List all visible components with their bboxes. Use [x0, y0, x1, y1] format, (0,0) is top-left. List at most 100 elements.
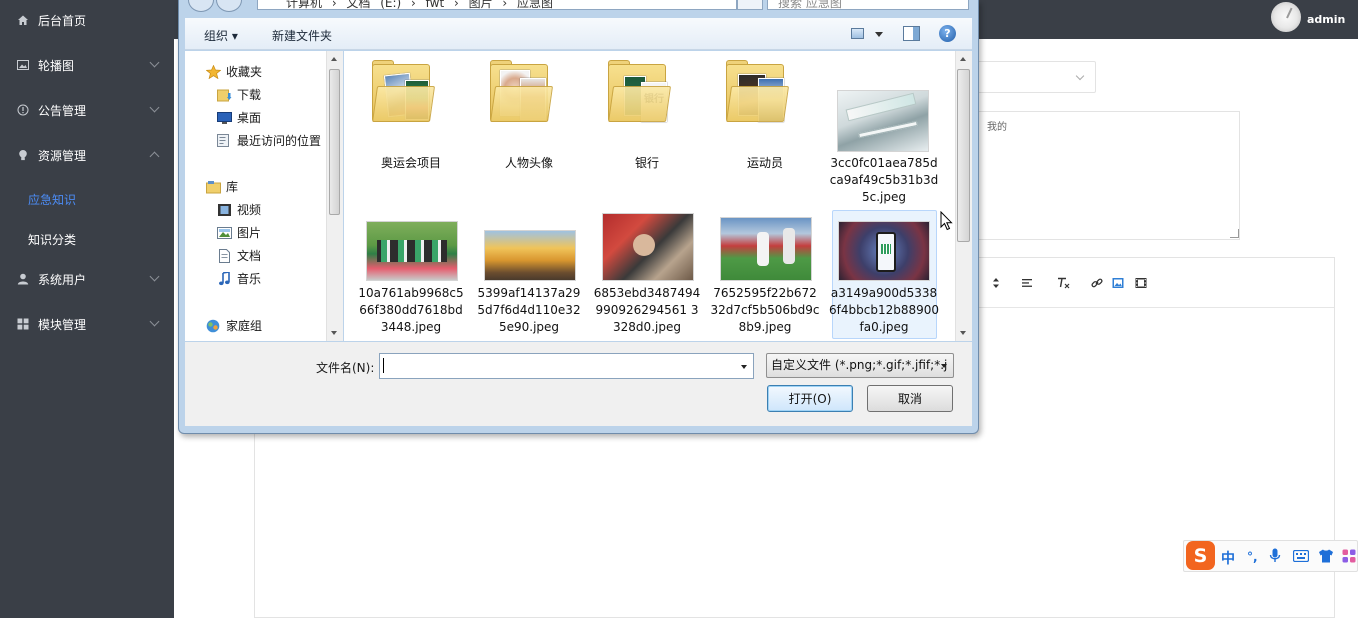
bulb-icon: [17, 149, 29, 161]
desktop-icon: [216, 111, 232, 125]
nav-desktop[interactable]: 桌面: [216, 109, 261, 126]
cancel-button[interactable]: 取消: [867, 385, 953, 412]
sidebar-item-system-users[interactable]: 系统用户: [0, 268, 174, 290]
library-icon: [205, 180, 221, 194]
picture-library-icon: [216, 226, 232, 240]
downloads-folder-icon: [216, 88, 232, 102]
filetype-select[interactable]: 自定义文件 (*.png;*.gif;*.jfif;*.j: [766, 353, 954, 378]
sidebar-item-label: 系统用户: [38, 272, 87, 287]
nav-recent-places[interactable]: 最近访问的位置: [216, 132, 321, 149]
link-icon[interactable]: [1090, 276, 1104, 290]
user-name[interactable]: admin: [1307, 13, 1345, 26]
nav-desktop-label: 桌面: [237, 111, 262, 125]
ime-punctuation-button[interactable]: °,: [1247, 550, 1258, 564]
scroll-down-arrow-icon[interactable]: [331, 331, 337, 335]
recent-places-icon: [216, 133, 232, 148]
image-thumbnail[interactable]: [837, 90, 929, 152]
nav-pictures-label: 图片: [237, 226, 262, 240]
sidebar-item-home[interactable]: 后台首页: [0, 9, 174, 31]
image-icon[interactable]: [1111, 276, 1125, 290]
star-icon: [205, 64, 221, 79]
new-folder-button[interactable]: 新建文件夹: [272, 27, 332, 44]
image-thumbnail[interactable]: [720, 217, 812, 281]
image-thumbnail[interactable]: [484, 230, 576, 281]
sidebar-item-label: 资源管理: [38, 148, 87, 163]
open-button[interactable]: 打开(O): [767, 385, 853, 412]
folder-icon[interactable]: [372, 60, 436, 122]
nav-downloads[interactable]: 下载: [216, 86, 261, 103]
sidebar-subitem-emergency-knowledge[interactable]: 应急知识: [28, 191, 76, 208]
preview-pane-icon[interactable]: [903, 26, 920, 41]
help-icon[interactable]: ?: [939, 25, 956, 42]
file-name[interactable]: 人物头像: [474, 155, 584, 172]
video-icon[interactable]: [1134, 276, 1148, 290]
nav-scrollbar-thumb[interactable]: [329, 69, 340, 215]
folder-icon[interactable]: [726, 60, 790, 122]
category-select[interactable]: [975, 61, 1096, 93]
keyboard-icon[interactable]: [1292, 549, 1310, 566]
sidebar-item-notices[interactable]: 公告管理: [0, 99, 174, 121]
organize-menu-button[interactable]: 组织 ▾: [204, 27, 238, 44]
sogou-logo-icon[interactable]: S: [1186, 541, 1215, 570]
file-name[interactable]: a3149a900d53386f4bbcb12b88900fa0.jpeg: [829, 285, 939, 336]
nav-documents[interactable]: 文档: [216, 247, 261, 264]
nav-libraries-label: 库: [226, 180, 239, 194]
line-height-icon[interactable]: [989, 276, 1003, 290]
align-left-icon[interactable]: [1020, 276, 1034, 290]
resize-grip-icon[interactable]: [1230, 229, 1239, 238]
filetype-dropdown-caret-icon[interactable]: [941, 364, 947, 368]
filename-input[interactable]: [379, 353, 754, 379]
file-name[interactable]: 运动员: [710, 155, 820, 172]
file-name[interactable]: 3cc0fc01aea785dca9af49c5b31b3d5c.jpeg: [829, 155, 939, 206]
image-thumbnail[interactable]: [838, 221, 930, 281]
nav-music[interactable]: 音乐: [216, 270, 261, 287]
file-name[interactable]: 6853ebd3487494990926294561 3328d0.jpeg: [592, 285, 702, 336]
scroll-up-arrow-icon[interactable]: [331, 57, 337, 61]
image-thumbnail[interactable]: [366, 221, 458, 281]
video-library-icon: [216, 203, 232, 217]
chevron-down-icon: [149, 102, 160, 113]
folder-icon[interactable]: 银行: [608, 60, 672, 122]
sidebar-item-modules[interactable]: 模块管理: [0, 313, 174, 335]
navigation-pane: [185, 51, 343, 341]
file-name[interactable]: 7652595f22b67232d7cf5b506bd9c8b9.jpeg: [710, 285, 820, 336]
chevron-down-icon: [149, 316, 160, 327]
folder-icon[interactable]: [490, 60, 554, 122]
nav-documents-label: 文档: [237, 249, 262, 263]
scroll-up-arrow-icon[interactable]: [960, 57, 966, 61]
summary-textarea[interactable]: [975, 111, 1240, 240]
nav-libraries[interactable]: 库: [205, 178, 238, 195]
nav-downloads-label: 下载: [237, 88, 262, 102]
textarea-text: 我的: [987, 122, 1007, 133]
view-dropdown-caret-icon[interactable]: [875, 32, 883, 37]
file-name[interactable]: 奥运会项目: [356, 155, 466, 172]
sidebar-subitem-knowledge-category[interactable]: 知识分类: [28, 231, 76, 248]
sidebar-item-carousel[interactable]: 轮播图: [0, 54, 174, 76]
notice-icon: [17, 104, 29, 116]
home-icon: [17, 14, 29, 26]
nav-videos[interactable]: 视频: [216, 201, 261, 218]
scroll-down-arrow-icon[interactable]: [960, 331, 966, 335]
file-name[interactable]: 银行: [592, 155, 702, 172]
file-name[interactable]: 10a761ab9968c566f380dd7618bd3448.jpeg: [356, 285, 466, 336]
skin-shirt-icon[interactable]: [1318, 549, 1334, 567]
microphone-icon[interactable]: [1269, 548, 1281, 567]
file-pane-scrollbar-thumb[interactable]: [957, 69, 970, 242]
sidebar-item-resources[interactable]: 资源管理: [0, 144, 174, 166]
chevron-up-icon: [149, 151, 160, 162]
nav-homegroup-label: 家庭组: [226, 319, 263, 333]
toolbox-grid-icon[interactable]: [1342, 549, 1356, 567]
nav-favorites[interactable]: 收藏夹: [205, 63, 262, 80]
image-thumbnail[interactable]: [602, 213, 694, 281]
clear-format-icon[interactable]: [1056, 276, 1070, 290]
filename-dropdown-caret-icon[interactable]: [741, 365, 747, 369]
sidebar-item-label: 模块管理: [38, 317, 87, 332]
nav-pictures[interactable]: 图片: [216, 224, 261, 241]
file-name[interactable]: 5399af14137a295d7f6d4d110e325e90.jpeg: [474, 285, 584, 336]
avatar[interactable]: [1271, 2, 1301, 32]
ime-chinese-mode-button[interactable]: 中: [1221, 548, 1235, 568]
refresh-button[interactable]: [737, 0, 763, 10]
nav-recent-label: 最近访问的位置: [237, 134, 322, 148]
nav-homegroup[interactable]: 家庭组: [205, 317, 262, 334]
change-view-icon[interactable]: [851, 28, 864, 39]
